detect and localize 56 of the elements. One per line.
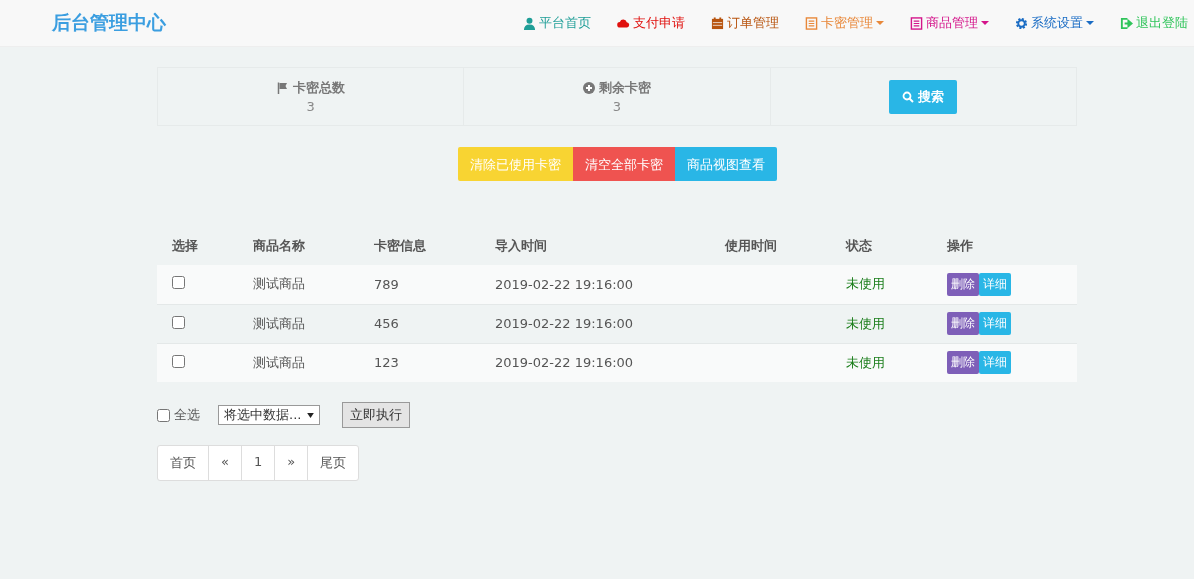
- delete-button[interactable]: 删除: [947, 272, 979, 296]
- sign-out-icon: [1120, 16, 1133, 30]
- list-icon: [805, 16, 818, 30]
- select-all-label: 全选: [174, 406, 200, 424]
- brand-title[interactable]: 后台管理中心: [52, 10, 166, 36]
- page-link[interactable]: 尾页: [308, 446, 359, 480]
- gear-icon: [1015, 16, 1028, 30]
- page-link[interactable]: »: [275, 446, 309, 480]
- search-icon: [902, 90, 915, 103]
- action-button[interactable]: 清空全部卡密: [572, 147, 675, 181]
- select-all-checkbox[interactable]: [157, 408, 170, 422]
- nav-link[interactable]: 商品管理: [897, 14, 1002, 32]
- column-header: 导入时间: [480, 227, 710, 265]
- page-link[interactable]: 首页: [158, 446, 209, 480]
- table-cell: 2019-02-22 19:16:00: [480, 343, 710, 382]
- list-icon: [910, 16, 923, 30]
- table-cell: 2019-02-22 19:16:00: [480, 265, 710, 304]
- column-header: 操作: [932, 227, 1077, 265]
- plus-circle-icon: [583, 82, 595, 94]
- column-header: 使用时间: [710, 227, 831, 265]
- row-checkbox[interactable]: [172, 354, 185, 368]
- row-checkbox[interactable]: [172, 276, 185, 290]
- flag-icon: [276, 82, 289, 94]
- status-text: 未使用: [831, 343, 932, 382]
- nav-link[interactable]: 卡密管理: [792, 14, 897, 32]
- page-link[interactable]: 1: [241, 446, 276, 480]
- table-cell: 测试商品: [238, 343, 359, 382]
- dropdown-arrow-icon: [307, 412, 315, 418]
- row-checkbox[interactable]: [172, 315, 185, 329]
- column-header: 选择: [157, 227, 238, 265]
- column-header: 状态: [831, 227, 932, 265]
- table-cell: 123: [359, 343, 480, 382]
- table-cell: 测试商品: [238, 265, 359, 304]
- execute-button[interactable]: 立即执行: [342, 402, 411, 428]
- nav-link[interactable]: 系统设置: [1002, 14, 1107, 32]
- stat-value: 3: [612, 99, 622, 114]
- column-header: 商品名称: [238, 227, 359, 265]
- calendar-icon: [711, 16, 724, 30]
- bulk-action-select[interactable]: 将选中数据...: [218, 405, 321, 425]
- table-cell: 测试商品: [238, 304, 359, 343]
- nav-link[interactable]: 平台首页: [510, 14, 604, 32]
- user-icon: [523, 16, 536, 30]
- stat-label: 卡密总数: [292, 79, 345, 97]
- table-cell: 2019-02-22 19:16:00: [480, 304, 710, 343]
- delete-button[interactable]: 删除: [947, 312, 979, 335]
- status-text: 未使用: [831, 265, 932, 304]
- status-text: 未使用: [831, 304, 932, 343]
- nav-link[interactable]: 订单管理: [698, 14, 792, 32]
- table-cell: 456: [359, 304, 480, 343]
- table-cell: 789: [359, 265, 480, 304]
- stat-value: 3: [306, 99, 315, 114]
- page-link[interactable]: «: [209, 446, 242, 480]
- column-header: 卡密信息: [359, 227, 480, 265]
- stat-label: 剩余卡密: [599, 79, 651, 97]
- delete-button[interactable]: 删除: [947, 351, 979, 375]
- nav-link[interactable]: 支付申请: [604, 14, 698, 32]
